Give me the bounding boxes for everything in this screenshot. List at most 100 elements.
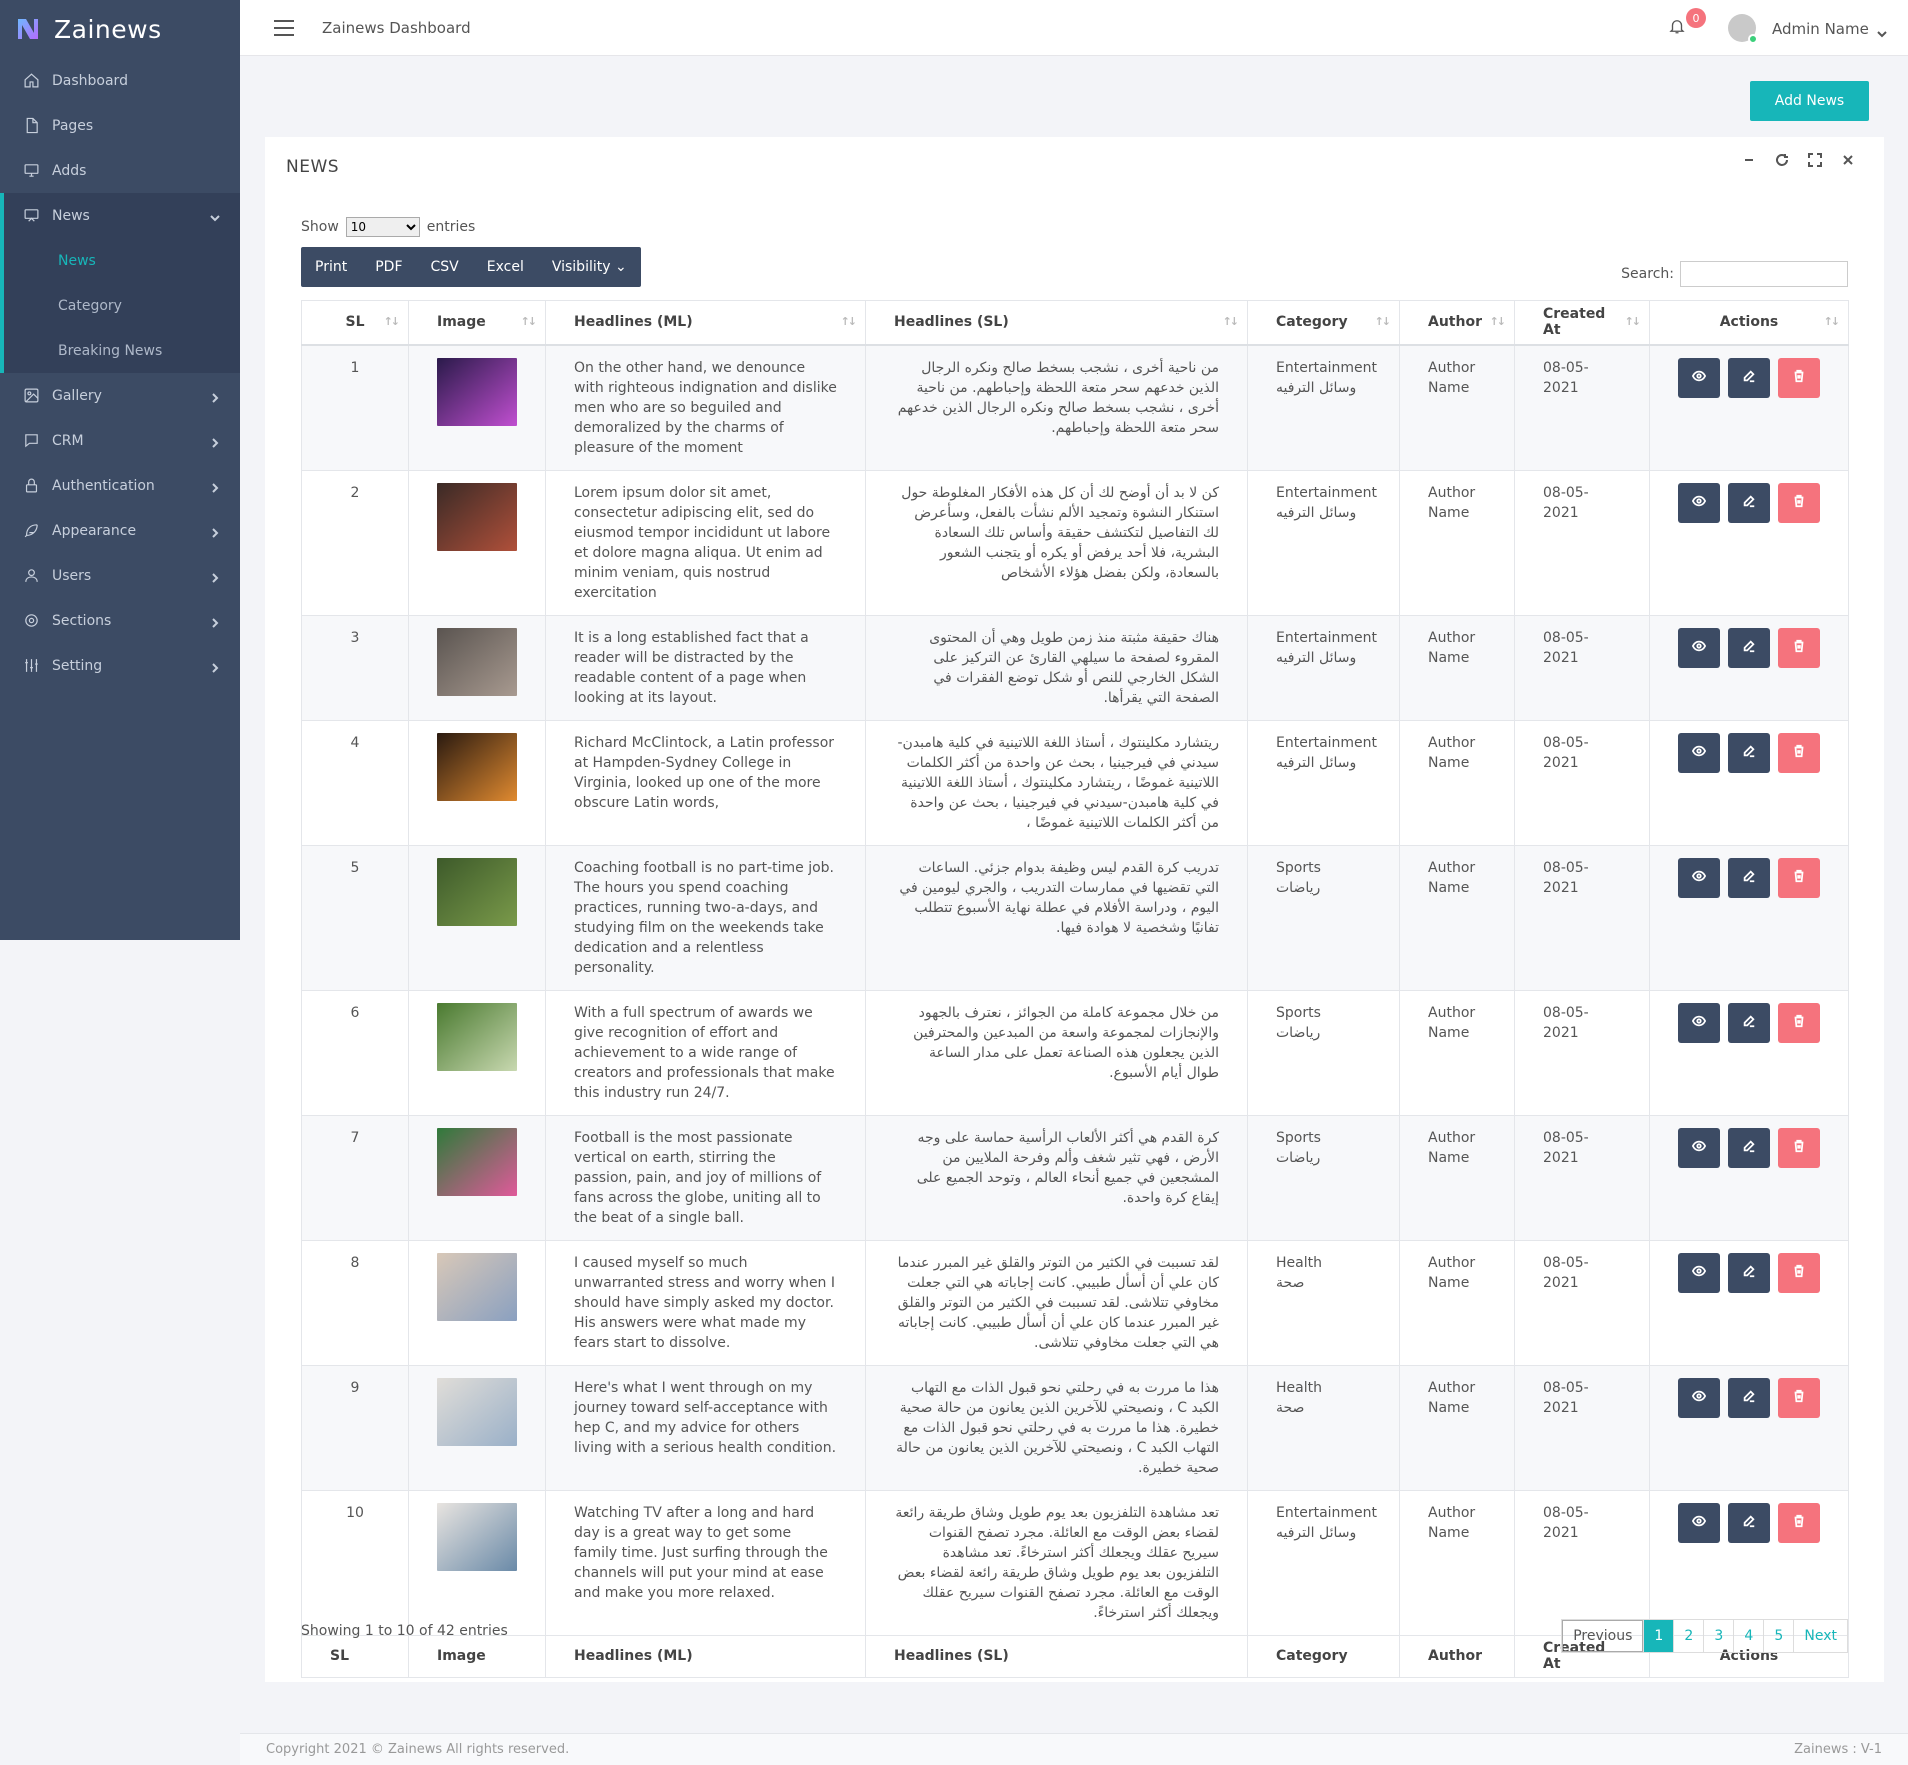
sidebar-item-authentication[interactable]: Authentication	[0, 463, 240, 508]
view-button[interactable]	[1678, 1502, 1720, 1543]
delete-button[interactable]	[1778, 627, 1820, 668]
column-header-category[interactable]: Category ↑↓	[1247, 300, 1400, 346]
view-button[interactable]	[1678, 1377, 1720, 1418]
sidebar-item-adds[interactable]: Adds	[0, 148, 240, 193]
edit-button[interactable]	[1728, 482, 1770, 523]
add-news-button[interactable]: Add News	[1750, 81, 1869, 121]
edit-button[interactable]	[1728, 357, 1770, 398]
news-thumbnail[interactable]	[437, 357, 517, 426]
news-thumbnail[interactable]	[437, 1127, 517, 1196]
pagination-page-4[interactable]: 4	[1733, 1620, 1763, 1652]
news-thumbnail[interactable]	[437, 1377, 517, 1446]
view-button[interactable]	[1678, 627, 1720, 668]
cell-headline-sl: هناك حقيقة مثبتة منذ زمن طويل وهي أن الم…	[865, 614, 1248, 721]
submenu-item-news[interactable]: News	[4, 238, 240, 283]
sidebar-item-crm[interactable]: CRM	[0, 418, 240, 463]
pagination-previous[interactable]: Previous	[1562, 1620, 1644, 1652]
cell-author: Author Name	[1399, 1364, 1515, 1491]
sidebar-item-setting[interactable]: Setting	[0, 643, 240, 688]
cell-created-at: 08-05-2021	[1514, 719, 1650, 846]
minimize-icon[interactable]	[1740, 151, 1757, 168]
delete-button[interactable]	[1778, 1002, 1820, 1043]
view-button[interactable]	[1678, 357, 1720, 398]
delete-button[interactable]	[1778, 1377, 1820, 1418]
delete-button[interactable]	[1778, 357, 1820, 398]
avatar[interactable]	[1728, 14, 1758, 44]
column-header-image[interactable]: Image ↑↓	[408, 300, 546, 346]
page-length-select[interactable]: 10	[345, 217, 420, 237]
sidebar-item-label: News	[52, 207, 90, 224]
delete-button[interactable]	[1778, 732, 1820, 773]
view-button[interactable]	[1678, 857, 1720, 898]
edit-button[interactable]	[1728, 857, 1770, 898]
cell-headline-ml: I caused myself so much unwarranted stre…	[545, 1239, 866, 1366]
pagination-page-3[interactable]: 3	[1703, 1620, 1733, 1652]
chevron-right-icon	[210, 436, 220, 448]
column-header-sl[interactable]: SL ↑↓	[301, 300, 409, 346]
brand-name: Zainews	[54, 14, 162, 44]
submenu-item-breaking-news[interactable]: Breaking News	[4, 328, 240, 373]
delete-button[interactable]	[1778, 1502, 1820, 1543]
news-thumbnail[interactable]	[437, 482, 517, 551]
sidebar-item-users[interactable]: Users	[0, 553, 240, 598]
edit-button[interactable]	[1728, 627, 1770, 668]
edit-button[interactable]	[1728, 732, 1770, 773]
sidebar-item-sections[interactable]: Sections	[0, 598, 240, 643]
pagination-page-1[interactable]: 1	[1643, 1620, 1674, 1652]
pagination-page-5[interactable]: 5	[1763, 1620, 1793, 1652]
news-thumbnail[interactable]	[437, 627, 517, 696]
sidebar-item-pages[interactable]: Pages	[0, 103, 240, 148]
pagination-next[interactable]: Next	[1793, 1620, 1847, 1652]
delete-button[interactable]	[1778, 482, 1820, 523]
sidebar-item-gallery[interactable]: Gallery	[0, 373, 240, 418]
pdf-button[interactable]: PDF	[361, 247, 416, 287]
view-button[interactable]	[1678, 1127, 1720, 1168]
pagination-page-2[interactable]: 2	[1673, 1620, 1703, 1652]
print-button[interactable]: Print	[301, 247, 361, 287]
sidebar-item-appearance[interactable]: Appearance	[0, 508, 240, 553]
cell-author: Author Name	[1399, 344, 1515, 471]
view-button[interactable]	[1678, 732, 1720, 773]
brand[interactable]: Zainews	[0, 0, 240, 58]
news-thumbnail[interactable]	[437, 732, 517, 801]
news-thumbnail[interactable]	[437, 1502, 517, 1571]
visibility-button[interactable]: Visibility ⌄	[538, 247, 641, 287]
column-header-actions[interactable]: Actions ↑↓	[1649, 300, 1849, 346]
news-thumbnail[interactable]	[437, 857, 517, 926]
search-input[interactable]	[1680, 261, 1848, 287]
fullscreen-icon[interactable]	[1806, 151, 1823, 168]
close-icon[interactable]	[1839, 151, 1856, 168]
news-thumbnail[interactable]	[437, 1002, 517, 1071]
user-name[interactable]: Admin Name	[1772, 20, 1869, 38]
column-header-headlines-sl[interactable]: Headlines (SL) ↑↓	[865, 300, 1248, 346]
table-body: 1 On the other hand, we denounce with rig…	[301, 344, 1849, 1636]
edit-button[interactable]	[1728, 1502, 1770, 1543]
news-thumbnail[interactable]	[437, 1252, 517, 1321]
cell-created-at: 08-05-2021	[1514, 1489, 1650, 1636]
menu-toggle-icon[interactable]	[274, 19, 294, 36]
edit-button[interactable]	[1728, 1377, 1770, 1418]
sidebar-item-dashboard[interactable]: Dashboard	[0, 58, 240, 103]
csv-button[interactable]: CSV	[417, 247, 473, 287]
edit-button[interactable]	[1728, 1127, 1770, 1168]
footer-header-image: Image	[408, 1634, 546, 1678]
table-row: 5 Coaching football is no part-time job. …	[301, 844, 1849, 991]
chevron-down-icon[interactable]	[1877, 24, 1887, 38]
sidebar-item-news[interactable]: News	[0, 193, 240, 238]
delete-button[interactable]	[1778, 1252, 1820, 1293]
delete-button[interactable]	[1778, 1127, 1820, 1168]
submenu-item-category[interactable]: Category	[4, 283, 240, 328]
view-button[interactable]	[1678, 482, 1720, 523]
edit-button[interactable]	[1728, 1252, 1770, 1293]
cell-actions	[1649, 1239, 1849, 1366]
column-header-headlines-ml[interactable]: Headlines (ML) ↑↓	[545, 300, 866, 346]
column-header-author[interactable]: Author ↑↓	[1399, 300, 1515, 346]
view-button[interactable]	[1678, 1252, 1720, 1293]
view-button[interactable]	[1678, 1002, 1720, 1043]
cell-actions	[1649, 344, 1849, 471]
excel-button[interactable]: Excel	[473, 247, 538, 287]
refresh-icon[interactable]	[1773, 151, 1790, 168]
column-header-created-at[interactable]: Created At ↑↓	[1514, 300, 1650, 346]
delete-button[interactable]	[1778, 857, 1820, 898]
edit-button[interactable]	[1728, 1002, 1770, 1043]
